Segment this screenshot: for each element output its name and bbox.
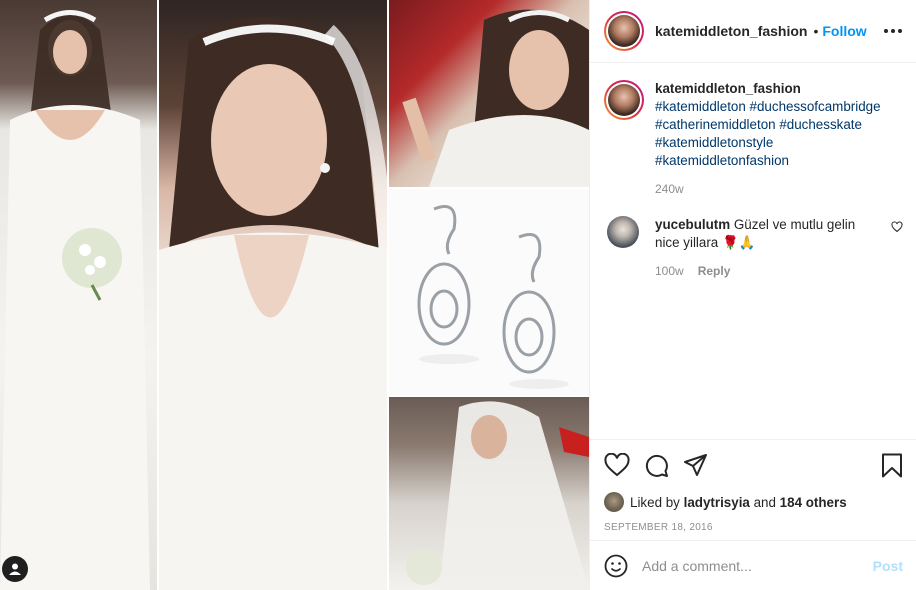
comment-like-heart-icon[interactable] bbox=[891, 220, 903, 236]
caption-hashtags-line[interactable]: #catherinemiddleton #duchesskate bbox=[655, 116, 881, 134]
comment-input[interactable] bbox=[642, 557, 873, 574]
more-options-icon[interactable] bbox=[884, 29, 902, 33]
comment-item: yucebulutm Güzel ve mutlu gelin nice yil… bbox=[604, 216, 903, 252]
likes-summary: Liked by ladytrisyia and 184 others bbox=[604, 492, 903, 512]
add-comment-bar: Post bbox=[590, 540, 916, 590]
photo-bride-full-dress bbox=[0, 0, 157, 590]
post-header: katemiddleton_fashion • Follow bbox=[590, 0, 916, 63]
caption-age[interactable]: 240w bbox=[655, 182, 903, 196]
likes-others-link[interactable]: 184 others bbox=[780, 495, 847, 510]
caption: katemiddleton_fashion #katemiddleton #du… bbox=[604, 80, 903, 170]
caption-hashtags-line[interactable]: #katemiddletonstyle bbox=[655, 134, 881, 152]
likes-and: and bbox=[753, 494, 776, 510]
comment-username[interactable]: yucebulutm bbox=[655, 217, 730, 232]
caption-username[interactable]: katemiddleton_fashion bbox=[655, 80, 881, 98]
comments-area: katemiddleton_fashion #katemiddleton #du… bbox=[590, 64, 916, 439]
reply-button[interactable]: Reply bbox=[698, 264, 731, 278]
caption-hashtags-line[interactable]: #katemiddleton #duchessofcambridge bbox=[655, 98, 881, 116]
photo-bride-veil-side bbox=[389, 397, 589, 590]
photo-bride-waving bbox=[389, 0, 589, 187]
caption-hashtags-line[interactable]: #katemiddletonfashion bbox=[655, 152, 881, 170]
liker-username[interactable]: ladytrisyia bbox=[684, 495, 750, 510]
liker-avatar[interactable] bbox=[604, 492, 624, 512]
comment-age[interactable]: 100w bbox=[655, 264, 684, 278]
user-tag-icon[interactable] bbox=[2, 556, 28, 582]
photo-diamond-earrings bbox=[389, 189, 589, 395]
share-paper-plane-icon[interactable] bbox=[683, 453, 708, 477]
heart-icon[interactable] bbox=[604, 453, 630, 477]
post-comment-button[interactable]: Post bbox=[873, 558, 903, 574]
separator-dot: • bbox=[813, 23, 819, 39]
follow-button[interactable]: Follow bbox=[822, 23, 866, 39]
comment-bubble-icon[interactable] bbox=[644, 453, 669, 478]
header-username[interactable]: katemiddleton_fashion bbox=[655, 23, 807, 39]
bookmark-icon[interactable] bbox=[881, 453, 903, 478]
post-actions: Liked by ladytrisyia and 184 others SEPT… bbox=[590, 439, 916, 533]
comment-avatar[interactable] bbox=[607, 216, 639, 248]
post-date[interactable]: SEPTEMBER 18, 2016 bbox=[604, 522, 903, 533]
comment-meta: 100w Reply bbox=[655, 264, 903, 278]
caption-avatar[interactable] bbox=[604, 80, 644, 120]
post-sidebar: katemiddleton_fashion • Follow katemiddl… bbox=[589, 0, 916, 590]
avatar[interactable] bbox=[604, 11, 644, 51]
emoji-smiley-icon[interactable] bbox=[604, 554, 628, 578]
photo-bride-closeup bbox=[159, 0, 387, 590]
post-media-collage[interactable] bbox=[0, 0, 589, 590]
likes-prefix: Liked by bbox=[630, 494, 680, 510]
